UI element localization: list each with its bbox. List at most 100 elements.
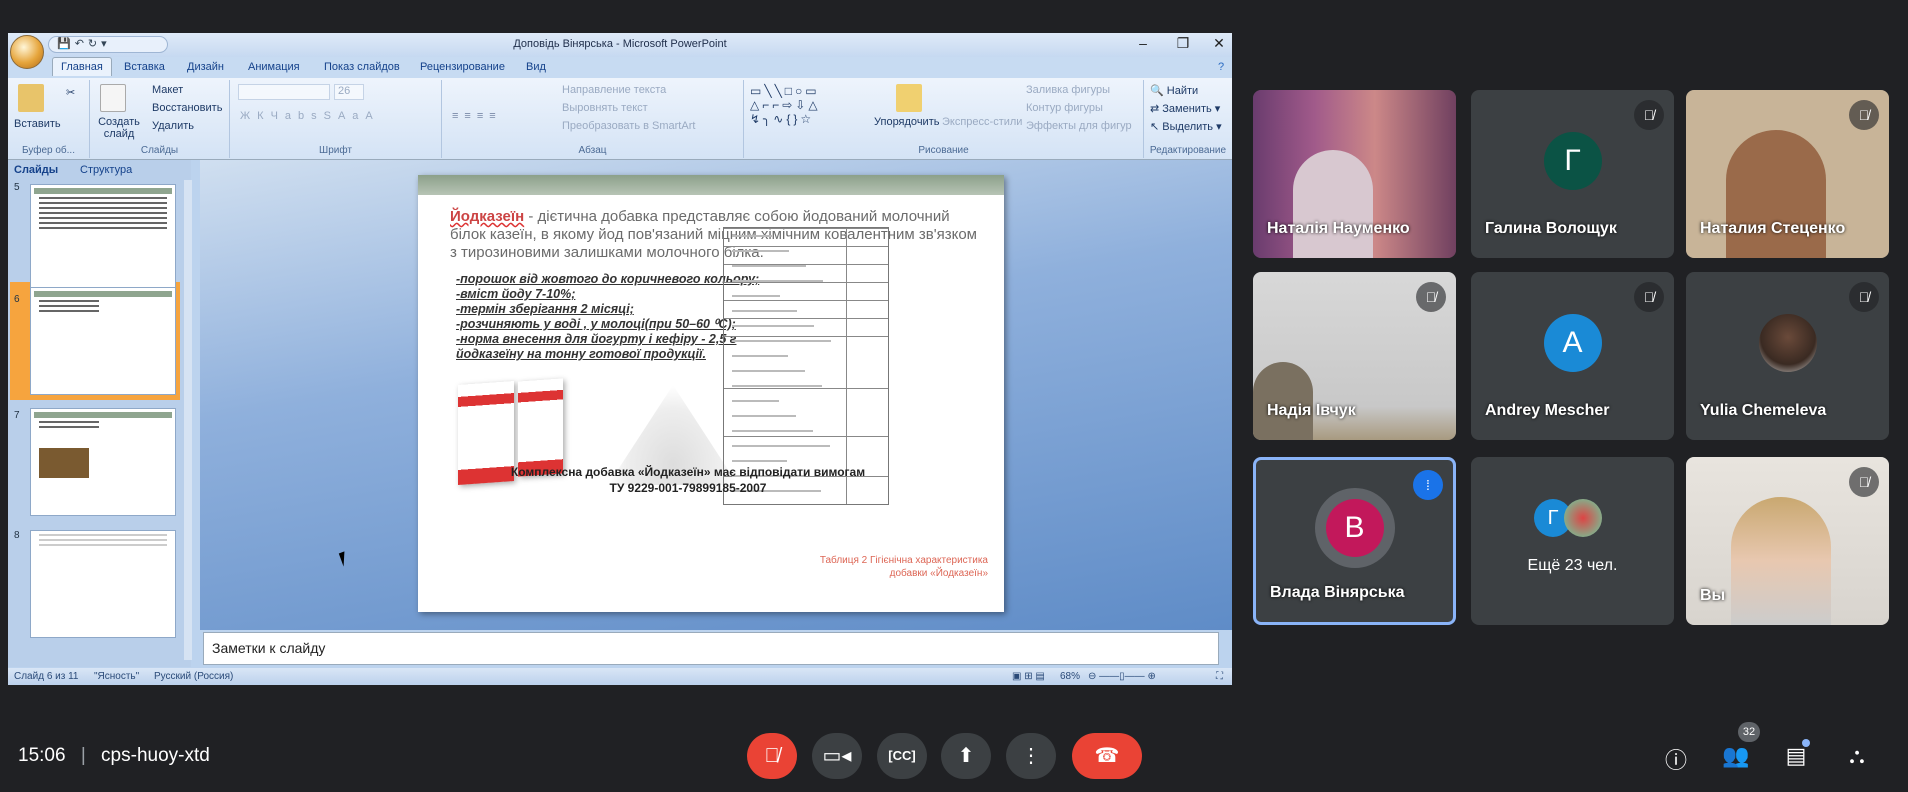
font-name-select[interactable] <box>238 84 330 100</box>
slide-thumbnail-5[interactable] <box>30 184 176 292</box>
smartart-button[interactable]: Преобразовать в SmartArt <box>562 120 695 132</box>
tab-slideshow[interactable]: Показ слайдов <box>324 61 400 73</box>
layout-button[interactable]: Макет <box>152 84 183 96</box>
more-options-button[interactable]: ⋮ <box>1006 733 1056 779</box>
more-participants-tile[interactable]: Г Ещё 23 чел. <box>1471 457 1674 625</box>
group-label: Абзац <box>578 145 607 156</box>
arrange-icon <box>896 84 922 112</box>
window-title: Доповідь Вінярська - Microsoft PowerPoin… <box>513 38 727 50</box>
close-icon[interactable]: ✕ <box>1204 35 1232 52</box>
minimize-icon[interactable]: – <box>1128 35 1158 51</box>
select-label: Выделить <box>1162 121 1214 133</box>
shapes-gallery[interactable]: ▭╲╲□○▭ △⌐⌐⇨⇩△ ↯╮∿{}☆ <box>750 84 821 126</box>
activities-icon[interactable]: ⛬ <box>1842 743 1872 769</box>
quick-access-toolbar[interactable]: 💾↶↻▾ <box>48 36 168 53</box>
delete-button[interactable]: Удалить <box>152 120 194 132</box>
meeting-details-icon[interactable]: ⓘ <box>1661 743 1691 775</box>
fit-window-icon[interactable]: ⛶ <box>1216 671 1223 682</box>
bullet: -розчиняють у воді , у молоці(при 50–60 … <box>456 317 736 331</box>
arrange-button[interactable]: Упорядочить <box>874 116 939 128</box>
mic-toggle-button[interactable]: 🎙̸ <box>747 733 797 779</box>
shape-fill-button[interactable]: Заливка фигуры <box>1026 84 1110 96</box>
tab-slides[interactable]: Слайды <box>14 164 58 176</box>
avatar: Г <box>1543 132 1602 190</box>
align-text-button[interactable]: Выровнять текст <box>562 102 648 114</box>
office-button[interactable] <box>10 35 44 69</box>
tab-animation[interactable]: Анимация <box>248 61 300 73</box>
help-icon[interactable]: ? <box>1218 61 1224 73</box>
participant-tile-speaking[interactable]: ⁞ В Влада Вінярська <box>1253 457 1456 625</box>
shape-effects-button[interactable]: Эффекты для фигур <box>1026 120 1132 132</box>
font-format-buttons[interactable]: ЖКЧabsSAaA <box>240 110 380 122</box>
find-button[interactable]: 🔍 Найти <box>1150 84 1198 97</box>
slide-thumbnail-6[interactable] <box>30 287 176 395</box>
zoom-slider[interactable]: ⊖ ——▯—— ⊕ <box>1088 671 1156 682</box>
current-slide[interactable]: Йодказеїн - дієтична добавка представляє… <box>418 175 1004 612</box>
tab-review[interactable]: Рецензирование <box>420 61 505 73</box>
notes-field[interactable]: Заметки к слайду <box>203 632 1219 665</box>
participant-name: Галина Волощук <box>1485 220 1617 237</box>
table-row <box>724 300 888 301</box>
replace-label: Заменить <box>1162 103 1212 115</box>
quick-styles-button[interactable]: Экспресс-стили <box>942 116 1022 128</box>
slide-number: 7 <box>14 410 20 421</box>
paste-button[interactable]: Вставить <box>14 118 61 130</box>
paste-icon <box>18 84 44 112</box>
font-size-select[interactable]: 26 <box>334 84 364 100</box>
table-cell-text <box>732 415 796 417</box>
table-cell-text <box>732 400 779 402</box>
tab-design[interactable]: Дизайн <box>187 61 224 73</box>
camera-toggle-button[interactable]: ▭◂ <box>812 733 862 779</box>
mic-off-icon: 🎙̸ <box>764 745 780 767</box>
slide-number: 5 <box>14 182 20 193</box>
participant-tile[interactable]: 🎙̸ Г Галина Волощук <box>1471 90 1674 258</box>
participant-name: Наталія Науменко <box>1267 220 1410 237</box>
hang-up-icon: ☎ <box>1094 745 1120 767</box>
slide-thumbnail-7[interactable] <box>30 408 176 516</box>
participant-tile[interactable]: 🎙̸ Наталия Стеценко <box>1686 90 1889 258</box>
cut-icon[interactable]: ✂ <box>66 86 75 99</box>
people-icon[interactable]: 👥 <box>1721 743 1751 769</box>
table-cell-text <box>732 280 823 282</box>
slide-number: 8 <box>14 530 20 541</box>
participant-name: Надія Івчук <box>1267 402 1356 419</box>
slides-pane-scrollbar[interactable] <box>184 180 192 660</box>
tab-home[interactable]: Главная <box>52 57 112 76</box>
meeting-code: cps-huoy-xtd <box>101 745 210 766</box>
table-row <box>724 336 888 337</box>
restore-icon[interactable]: ❐ <box>1168 35 1198 52</box>
shape-outline-button[interactable]: Контур фигуры <box>1026 102 1103 114</box>
tab-view[interactable]: Вид <box>526 61 546 73</box>
replace-button[interactable]: ⇄ Заменить ▾ <box>1150 102 1220 115</box>
new-slide-button[interactable]: Создать слайд <box>94 116 144 140</box>
group-font: 26 ЖКЧabsSAaA Шрифт <box>230 80 442 158</box>
bullet-list: -порошок від жовтого до коричневого коль… <box>456 272 766 362</box>
tab-outline[interactable]: Структура <box>80 164 132 176</box>
table-cell-text <box>732 310 797 312</box>
participant-tile[interactable]: 🎙̸ A Andrey Mescher <box>1471 272 1674 440</box>
participant-tile[interactable]: 🎙̸ Надія Івчук <box>1253 272 1456 440</box>
table-row <box>724 246 888 247</box>
chat-notification-dot <box>1802 739 1810 747</box>
captions-button[interactable]: [CC] <box>877 733 927 779</box>
select-button[interactable]: ↖ Выделить ▾ <box>1150 120 1222 133</box>
alignment-buttons[interactable]: ≡≡≡≡ <box>452 110 502 122</box>
text-direction-button[interactable]: Направление текста <box>562 84 666 96</box>
table-cell-text <box>732 235 772 237</box>
tab-insert[interactable]: Вставка <box>124 61 165 73</box>
bullet: -вміст йоду 7-10%; <box>456 287 576 301</box>
captions-icon: [CC] <box>888 748 916 763</box>
standard-code: ТУ 9229-001-79899185-2007 <box>609 481 767 495</box>
reset-button[interactable]: Восстановить <box>152 102 222 114</box>
view-buttons[interactable]: ▣ ⊞ ▤ <box>1012 671 1045 682</box>
leave-call-button[interactable]: ☎ <box>1072 733 1142 779</box>
keyword: Йодказеїн <box>450 208 525 225</box>
present-button[interactable]: ⬆ <box>941 733 991 779</box>
table-cell-text <box>732 445 830 447</box>
table-cell-text <box>732 295 780 297</box>
participant-tile[interactable]: Наталія Науменко <box>1253 90 1456 258</box>
slide-counter: Слайд 6 из 11 <box>14 671 79 682</box>
participant-tile[interactable]: 🎙̸ Yulia Chemeleva <box>1686 272 1889 440</box>
slide-thumbnail-8[interactable] <box>30 530 176 638</box>
self-tile[interactable]: 🎙̸ Вы <box>1686 457 1889 625</box>
